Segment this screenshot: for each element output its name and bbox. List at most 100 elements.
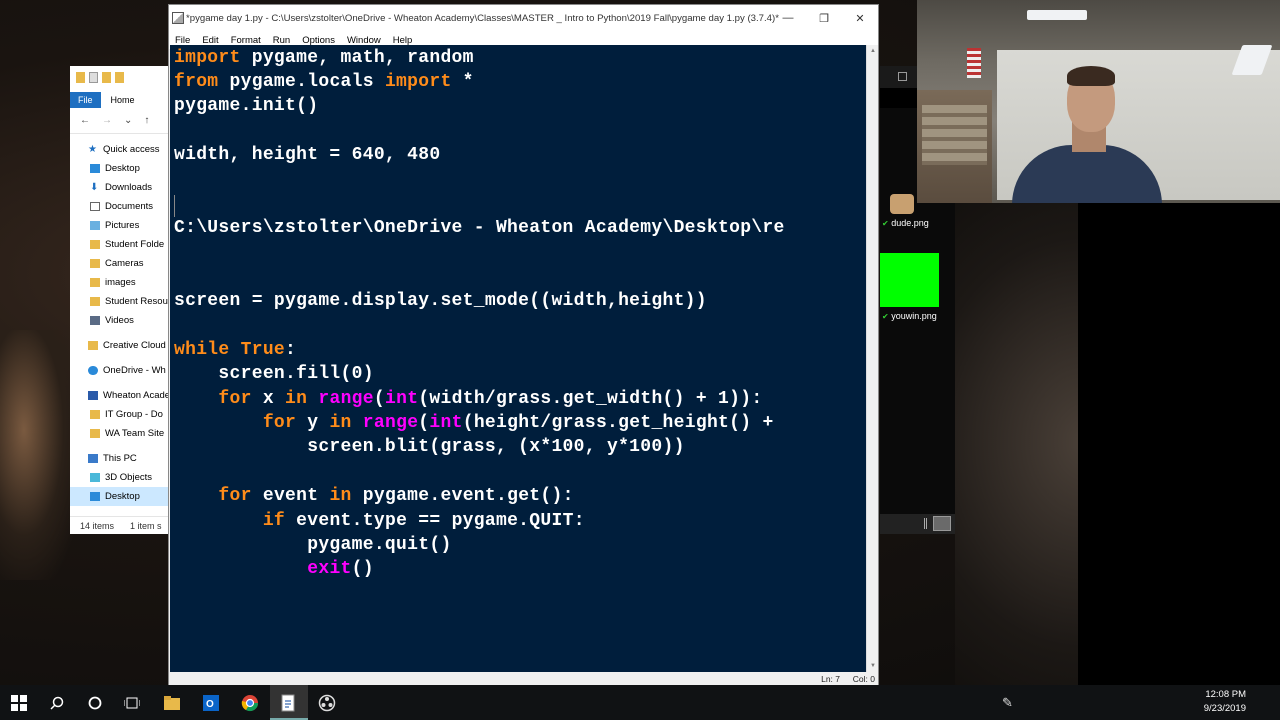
tree-item-cameras[interactable]: Cameras (70, 254, 169, 273)
column-number: Col: 0 (852, 674, 875, 684)
file-label-youwin[interactable]: ✔ youwin.png (882, 311, 952, 321)
tree-item-images[interactable]: images (70, 273, 169, 292)
code-line: exit() (307, 559, 374, 579)
forward-arrow-icon[interactable]: → (102, 115, 112, 126)
vertical-scrollbar[interactable]: ▲ ▼ (866, 45, 878, 672)
window-titlebar[interactable]: *pygame day 1.py - C:\Users\zstolter\One… (169, 5, 878, 31)
code-line: for x in range(int(width/grass.get_width… (218, 389, 763, 409)
navigation-tree: ★ Quick access Desktop ⬇ Downloads Documen… (70, 134, 169, 506)
details-view-icon[interactable] (924, 518, 927, 529)
chrome-icon[interactable] (240, 693, 260, 713)
folder-icon (90, 240, 100, 249)
sync-check-icon: ✔ (882, 219, 889, 228)
taskbar: O ✎ 12:08 PM 9/23/2019 (0, 685, 1280, 720)
ribbon-tab-file[interactable]: File (70, 92, 101, 108)
tree-item-creative-cloud[interactable]: Creative Cloud (70, 336, 169, 355)
star-icon: ★ (88, 144, 97, 155)
tree-item-quick-access[interactable]: ★ Quick access (70, 140, 169, 159)
outlook-icon[interactable]: O (201, 693, 221, 713)
menu-format[interactable]: Format (225, 35, 267, 46)
start-windows-icon[interactable] (9, 693, 29, 713)
ceiling-light (1027, 10, 1087, 20)
code-line: for y in range(int(height/grass.get_heig… (262, 413, 774, 433)
restore-button[interactable]: ❐ (806, 5, 842, 31)
menu-edit[interactable]: Edit (196, 35, 224, 46)
tree-item-wa-team-site[interactable]: WA Team Site (70, 424, 169, 443)
minimize-button[interactable]: — (770, 5, 806, 31)
code-line: for event in pygame.event.get(): (218, 486, 574, 506)
tree-item-documents[interactable]: Documents (70, 197, 169, 216)
download-icon: ⬇ (90, 182, 99, 193)
folder-icon (90, 297, 100, 306)
pictures-icon (90, 221, 100, 230)
folder-blue-icon (90, 164, 100, 173)
file-explorer-icon[interactable] (162, 693, 182, 713)
code-line: screen.fill(0) (174, 364, 374, 384)
chevron-down-icon[interactable]: ⌄ (124, 115, 132, 126)
tree-item-student-folders[interactable]: Student Folde (70, 235, 169, 254)
tree-item-it-group[interactable]: IT Group - Do (70, 405, 169, 424)
item-count: 14 items (80, 520, 115, 531)
tree-item-pictures[interactable]: Pictures (70, 216, 169, 235)
tree-item-downloads[interactable]: ⬇ Downloads (70, 178, 169, 197)
close-button[interactable]: ✕ (842, 5, 878, 31)
menu-window[interactable]: Window (341, 35, 387, 46)
system-clock[interactable]: 12:08 PM 9/23/2019 (1204, 688, 1246, 716)
tree-item-wheaton-academy[interactable]: Wheaton Acade (70, 386, 169, 405)
file-label-dude[interactable]: ✔ dude.png (882, 218, 947, 228)
video-icon (90, 316, 100, 325)
shelf (922, 105, 987, 165)
code-editor[interactable]: import pygame, math, random from pygame.… (170, 45, 866, 672)
selected-count: 1 item s (130, 520, 162, 531)
code-line: C:\Users\zstolter\OneDrive - Wheaton Aca… (174, 218, 785, 238)
tree-item-onedrive[interactable]: OneDrive - Wh (70, 361, 169, 380)
text-cursor (174, 195, 175, 217)
tree-item-desktop-pc[interactable]: Desktop (70, 487, 169, 506)
clock-time: 12:08 PM (1205, 689, 1246, 700)
maximize-icon[interactable] (898, 72, 907, 81)
explorer-ribbon: File Home (70, 88, 169, 108)
up-arrow-icon[interactable]: ↑ (144, 115, 149, 126)
computer-icon (88, 454, 98, 463)
tree-item-videos[interactable]: Videos (70, 311, 169, 330)
scroll-down-icon[interactable]: ▼ (870, 663, 876, 669)
idle-editor-window[interactable]: *pygame day 1.py - C:\Users\zstolter\One… (168, 4, 879, 687)
clock-date: 9/23/2019 (1203, 703, 1246, 714)
pen-icon[interactable]: ✎ (1002, 695, 1013, 711)
python-idle-icon[interactable] (279, 693, 299, 713)
menu-help[interactable]: Help (387, 35, 419, 46)
menu-file[interactable]: File (169, 35, 196, 46)
building-icon (88, 391, 98, 400)
dude-thumbnail[interactable] (890, 194, 914, 214)
obs-recorder-icon[interactable] (317, 693, 337, 713)
code-line: pygame.quit() (174, 535, 452, 555)
large-icons-view-icon[interactable] (933, 516, 951, 531)
ribbon-tab-home[interactable]: Home (101, 92, 145, 108)
webcam-overlay (917, 0, 1280, 203)
tree-item-student-resources[interactable]: Student Resou (70, 292, 169, 311)
tree-item-3d-objects[interactable]: 3D Objects (70, 468, 169, 487)
search-icon[interactable] (47, 693, 67, 713)
properties-icon[interactable] (89, 71, 98, 83)
task-view-icon[interactable] (122, 693, 142, 713)
code-line: if event.type == pygame.QUIT: (262, 511, 585, 531)
tree-item-this-pc[interactable]: This PC (70, 449, 169, 468)
code-line: pygame.init() (174, 96, 319, 116)
folder-icon (88, 341, 98, 350)
sync-check-icon: ✔ (882, 312, 889, 321)
flag (967, 48, 981, 78)
tree-item-desktop[interactable]: Desktop (70, 159, 169, 178)
document-icon (90, 202, 100, 211)
explorer-nav: ← → ⌄ ↑ (70, 108, 169, 134)
scroll-up-icon[interactable]: ▲ (870, 48, 876, 54)
back-arrow-icon[interactable]: ← (80, 115, 90, 126)
folder-icon (90, 278, 100, 287)
new-folder-icon[interactable] (102, 71, 111, 83)
cortana-icon[interactable] (85, 693, 105, 713)
window-title: *pygame day 1.py - C:\Users\zstolter\One… (186, 12, 779, 24)
file-explorer-window[interactable]: File Home ← → ⌄ ↑ ★ Quick access Desktop … (70, 66, 170, 534)
menu-run[interactable]: Run (267, 35, 296, 46)
menu-options[interactable]: Options (296, 35, 341, 46)
youwin-thumbnail[interactable] (880, 253, 939, 307)
explorer-titlebar[interactable] (70, 66, 169, 88)
